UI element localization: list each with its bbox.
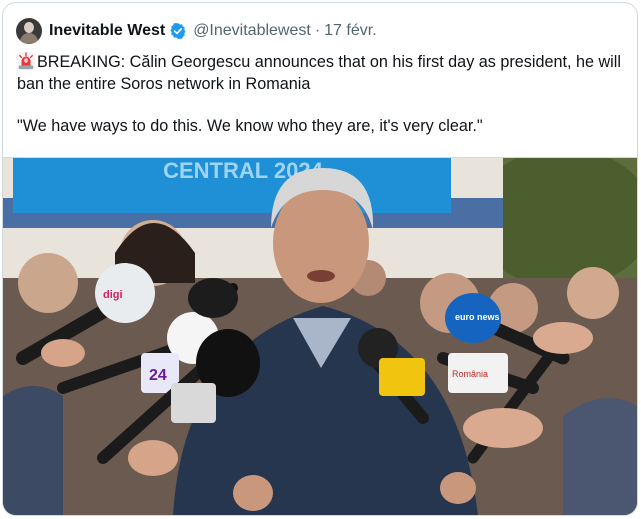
author-handle[interactable]: @Inevitablewest [193, 22, 311, 40]
tweet-header: Inevitable West @Inevitablewest · 17 fév… [16, 17, 377, 45]
tweet-date[interactable]: 17 févr. [324, 22, 376, 40]
mic-label-romania: România [452, 369, 488, 379]
avatar-head [24, 22, 34, 33]
verified-badge-icon [170, 23, 186, 39]
mic-label-digi: digi [103, 289, 123, 301]
photo-illustration: CENTRAL 2024 digi 24 euro news România [3, 158, 637, 515]
author-name[interactable]: Inevitable West [49, 22, 165, 40]
mic-label-euronews: euro news [455, 312, 500, 322]
avatar-body [20, 33, 38, 44]
avatar[interactable] [16, 18, 42, 44]
tweet-card[interactable]: Inevitable West @Inevitablewest · 17 fév… [2, 2, 638, 516]
tweet-photo[interactable]: CENTRAL 2024 digi 24 euro news România [3, 157, 637, 515]
siren-emoji-icon [17, 52, 35, 70]
separator-dot: · [314, 22, 321, 39]
tweet-text: BREAKING: Călin Georgescu announces that… [17, 51, 627, 137]
mic-label-24: 24 [149, 367, 167, 384]
tweet-line-1: BREAKING: Călin Georgescu announces that… [17, 51, 627, 95]
tweet-line-2: "We have ways to do this. We know who th… [17, 117, 483, 135]
tweet-line-1-text: BREAKING: Călin Georgescu announces that… [17, 53, 621, 93]
